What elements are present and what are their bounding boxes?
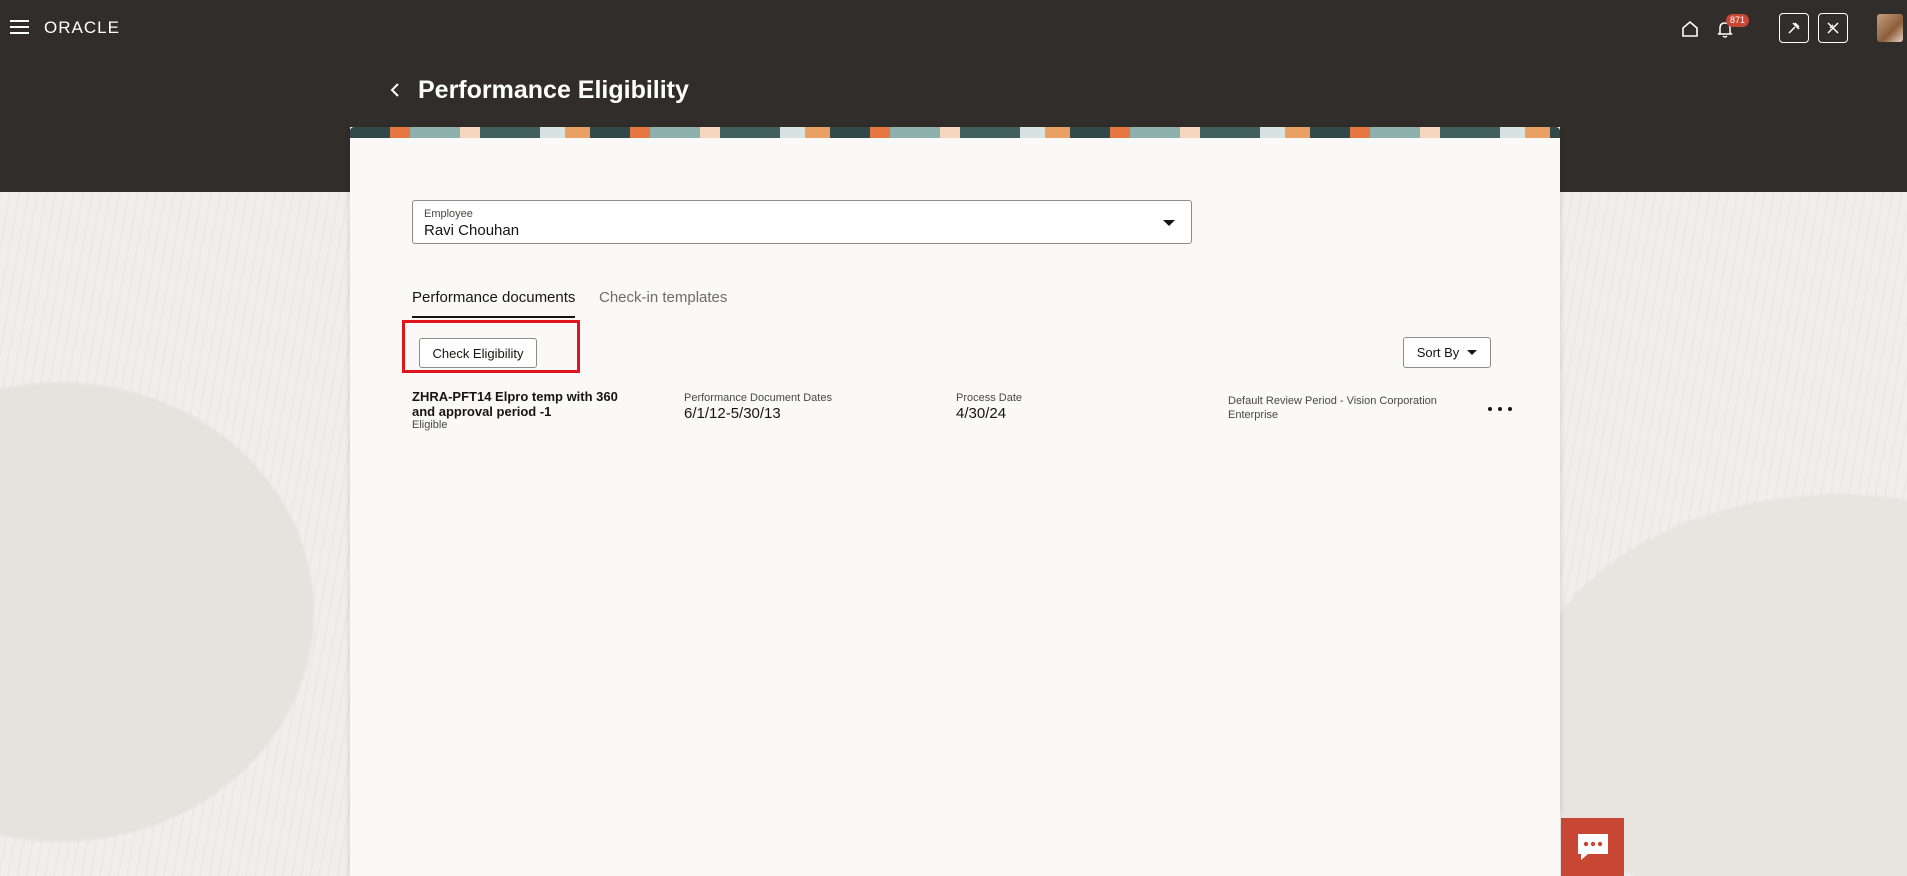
sort-by-label: Sort By bbox=[1416, 345, 1460, 360]
home-icon[interactable] bbox=[1676, 15, 1704, 43]
decorative-banner bbox=[350, 127, 1560, 138]
main-card: Employee Ravi Chouhan Performance docume… bbox=[350, 127, 1560, 876]
list-item[interactable]: ZHRA-PFT14 Elpro temp with 360 and appro… bbox=[412, 389, 1522, 437]
menu-icon[interactable] bbox=[10, 20, 29, 36]
document-name[interactable]: ZHRA-PFT14 Elpro temp with 360 and appro… bbox=[412, 389, 642, 419]
employee-label: Employee bbox=[424, 208, 473, 220]
tab-check-in-templates[interactable]: Check-in templates bbox=[599, 289, 727, 316]
chevron-down-icon bbox=[1467, 350, 1478, 355]
chat-icon bbox=[1577, 834, 1608, 860]
sort-by-button[interactable]: Sort By bbox=[1403, 337, 1491, 368]
notification-badge: 871 bbox=[1726, 14, 1750, 27]
back-chevron-icon[interactable] bbox=[388, 80, 404, 102]
employee-select[interactable]: Employee Ravi Chouhan bbox=[412, 200, 1192, 244]
page-title: Performance Eligibility bbox=[418, 76, 689, 104]
check-eligibility-button[interactable]: Check Eligibility bbox=[419, 338, 537, 368]
dates-label: Performance Document Dates bbox=[684, 392, 832, 404]
document-status: Eligible bbox=[412, 419, 448, 431]
more-options-icon[interactable] bbox=[1488, 401, 1512, 417]
chevron-down-icon[interactable] bbox=[1163, 220, 1175, 226]
review-period: Default Review Period - Vision Corporati… bbox=[1228, 395, 1437, 421]
employee-value: Ravi Chouhan bbox=[424, 222, 520, 239]
tab-performance-documents[interactable]: Performance documents bbox=[412, 289, 576, 318]
settings-tool-icon[interactable] bbox=[1818, 13, 1848, 43]
process-date-label: Process Date bbox=[956, 392, 1023, 404]
user-avatar[interactable] bbox=[1877, 14, 1903, 42]
chat-button[interactable] bbox=[1561, 818, 1624, 876]
dates-value: 6/1/12-5/30/13 bbox=[684, 405, 781, 422]
process-date-value: 4/30/24 bbox=[956, 405, 1007, 422]
pin-tool-icon[interactable] bbox=[1779, 13, 1809, 43]
oracle-logo: ORACLE bbox=[44, 18, 120, 37]
